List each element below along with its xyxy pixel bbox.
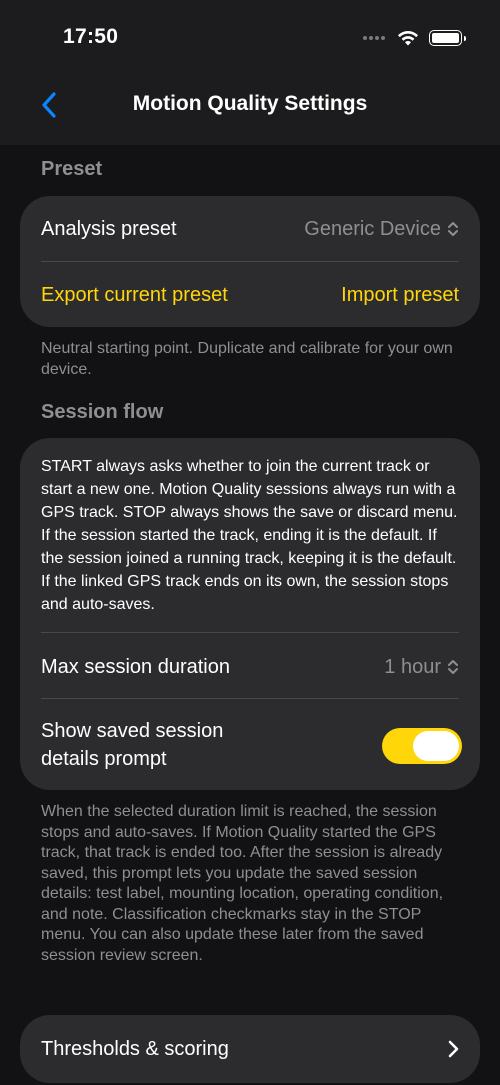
session-flow-description: START always asks whether to join the cu… — [41, 458, 458, 613]
max-duration-row[interactable]: Max session duration 1 hour — [41, 648, 459, 686]
navigation-bar: Motion Quality Settings — [0, 70, 500, 145]
battery-icon — [429, 30, 466, 46]
analysis-preset-label: Analysis preset — [41, 217, 177, 240]
chevron-up-down-icon — [448, 222, 458, 236]
status-time: 17:50 — [63, 25, 119, 48]
status-icons — [363, 28, 466, 48]
divider — [41, 698, 459, 699]
saved-session-prompt-label: Show saved session details prompt — [41, 720, 224, 770]
analysis-preset-row[interactable]: Analysis preset Generic Device — [41, 210, 459, 248]
section-header-preset: Preset — [41, 158, 103, 180]
analysis-preset-value: Generic Device — [304, 217, 441, 240]
analysis-preset-picker[interactable]: Generic Device — [304, 218, 459, 241]
import-preset-button[interactable]: Import preset — [341, 284, 459, 307]
wifi-icon — [398, 30, 418, 46]
max-duration-label: Max session duration — [41, 655, 230, 678]
preset-card: Analysis preset Generic Device Export cu… — [20, 196, 480, 327]
preset-footer-note: Neutral starting point. Duplicate and ca… — [41, 340, 453, 378]
chevron-up-down-icon — [448, 660, 458, 674]
cellular-signal-icon — [363, 36, 385, 40]
status-bar: 17:50 — [0, 0, 500, 70]
section-header-session-flow: Session flow — [41, 401, 164, 423]
max-duration-picker[interactable]: 1 hour — [384, 656, 459, 679]
divider — [41, 261, 459, 262]
divider — [41, 632, 459, 633]
settings-content[interactable]: Preset Analysis preset Generic Device Ex… — [0, 145, 500, 1085]
preset-actions-row: Export current preset Import preset — [41, 276, 459, 314]
toggle-knob — [413, 731, 459, 761]
session-flow-footer-note: When the selected duration limit is reac… — [41, 803, 444, 964]
session-flow-card: START always asks whether to join the cu… — [20, 438, 480, 790]
thresholds-card[interactable]: Thresholds & scoring — [20, 1015, 480, 1083]
saved-session-prompt-toggle[interactable] — [382, 728, 462, 764]
thresholds-row[interactable]: Thresholds & scoring — [41, 1030, 459, 1068]
thresholds-label: Thresholds & scoring — [41, 1037, 229, 1060]
export-preset-button[interactable]: Export current preset — [41, 284, 228, 307]
page-title: Motion Quality Settings — [132, 92, 368, 115]
max-duration-value: 1 hour — [384, 655, 441, 678]
chevron-right-icon — [448, 1040, 459, 1058]
